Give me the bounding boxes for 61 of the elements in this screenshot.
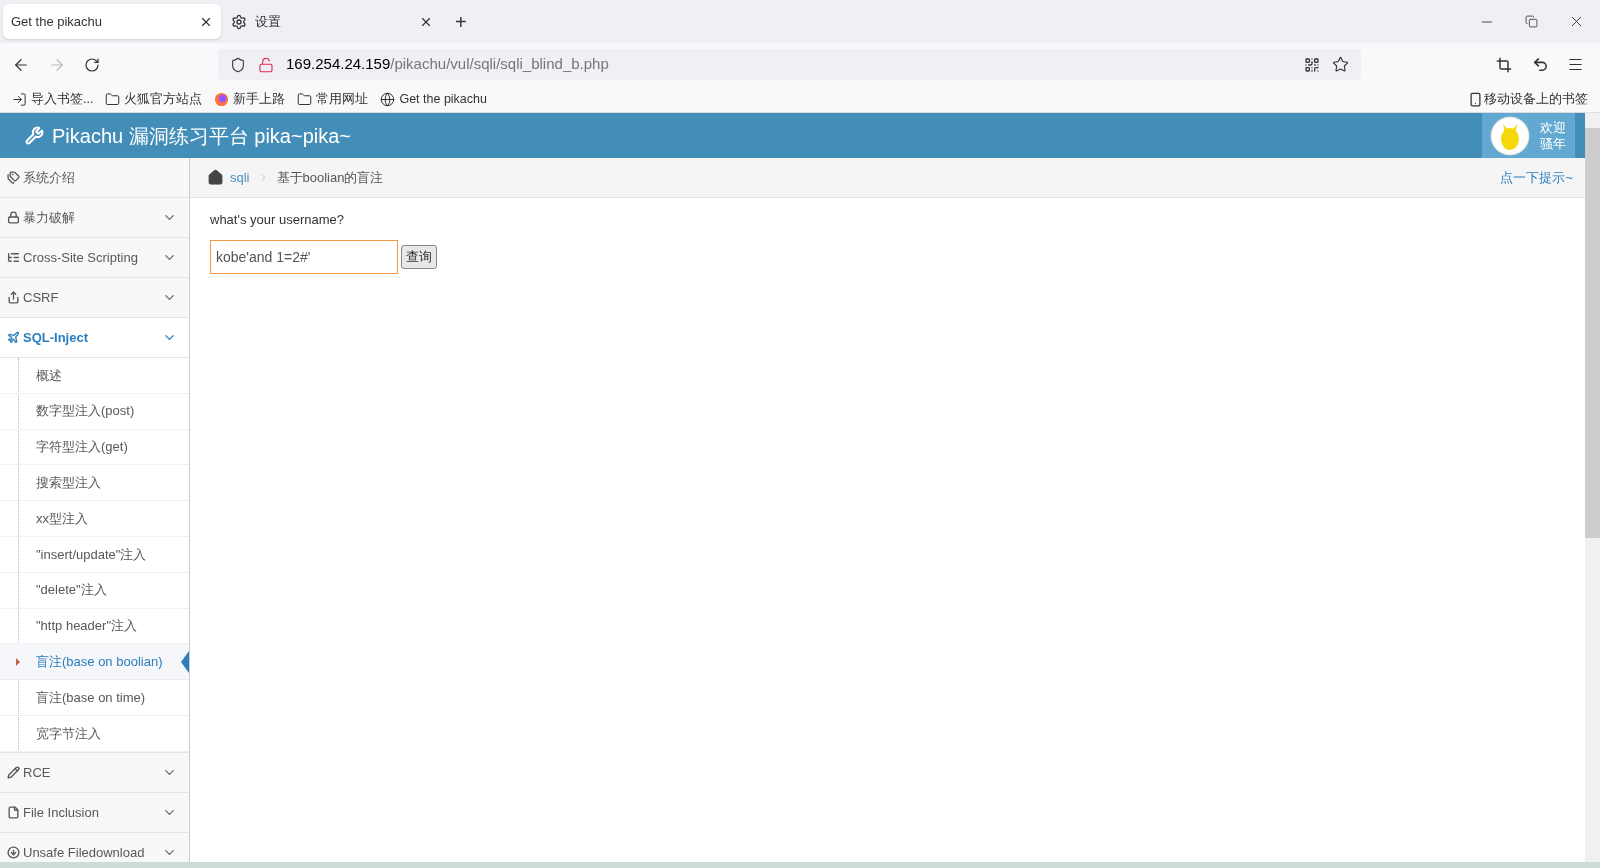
query-button[interactable]: 查询 xyxy=(401,244,437,269)
bookmark[interactable]: 火狐官方站点 xyxy=(105,89,203,109)
new-tab-button[interactable]: + xyxy=(443,4,479,39)
tab-title: 设置 xyxy=(255,12,282,31)
pointer-icon xyxy=(181,651,189,674)
username-field[interactable]: kobe'and 1=2#' xyxy=(210,239,398,274)
pencil-icon xyxy=(7,765,20,779)
submenu-item[interactable]: "insert/update"注入 xyxy=(0,537,189,573)
submenu-item[interactable]: 宽字节注入 xyxy=(0,715,189,752)
crop-icon[interactable] xyxy=(1496,56,1512,73)
firefox-icon xyxy=(214,91,230,107)
menu-icon[interactable] xyxy=(1567,56,1584,73)
import-icon xyxy=(12,91,27,107)
bookmark[interactable]: 新手上路 xyxy=(214,89,286,109)
username-label: what's your username? xyxy=(210,211,345,229)
avatar-icon xyxy=(1490,115,1530,156)
submenu-item[interactable]: 盲注(base on time) xyxy=(0,680,189,716)
download-icon xyxy=(7,845,20,859)
settings-icon xyxy=(231,13,247,30)
bookmark[interactable]: Get the pikachu xyxy=(380,89,487,109)
plane-icon xyxy=(7,331,20,344)
restore-icon[interactable] xyxy=(1525,15,1538,28)
bookmark[interactable]: 常用网址 xyxy=(297,89,369,109)
home-icon[interactable] xyxy=(207,169,224,186)
browser-tab[interactable]: 设置 xyxy=(223,4,441,39)
lock-icon xyxy=(7,211,20,224)
list-icon xyxy=(7,251,20,264)
undo-icon[interactable] xyxy=(1532,56,1549,73)
url-text: 169.254.24.159/pikachu/vul/sqli/sqli_blind_b.php xyxy=(286,54,609,75)
star-icon[interactable] xyxy=(1332,56,1349,73)
submenu-item[interactable]: 搜索型注入 xyxy=(0,465,189,502)
bookmark[interactable]: 移动设备上的书签 xyxy=(1468,89,1588,109)
greeting-text: 骚年 xyxy=(1540,135,1566,152)
reload-icon[interactable] xyxy=(84,56,100,73)
shield-icon xyxy=(230,56,246,73)
site-title[interactable]: Pikachu 漏洞练习平台 pika~pika~ xyxy=(52,120,351,151)
sidebar-item[interactable]: SQL-Inject xyxy=(0,318,189,358)
caret-icon xyxy=(16,658,20,667)
folder-icon xyxy=(297,91,313,107)
submenu-item[interactable]: 字符型注入(get) xyxy=(0,429,189,466)
folder-icon xyxy=(105,91,121,107)
globe-icon xyxy=(380,91,396,107)
tags-icon xyxy=(7,171,20,184)
submenu-item[interactable]: 概述 xyxy=(0,358,189,394)
submenu-item[interactable]: 数字型注入(post) xyxy=(0,393,189,430)
tab-title: Get the pikachu xyxy=(11,12,104,31)
hint-link[interactable]: 点一下提示~ xyxy=(1500,167,1573,188)
file-icon xyxy=(7,805,20,819)
browser-tab[interactable]: Get the pikachu xyxy=(3,4,221,39)
breadcrumb-current: 基于boolian的盲注 xyxy=(276,168,384,187)
bookmark[interactable]: 导入书签... xyxy=(12,89,94,109)
share-icon xyxy=(7,291,20,304)
phone-icon xyxy=(1468,91,1483,107)
submenu-item[interactable]: xx型注入 xyxy=(0,501,189,537)
wrench-icon xyxy=(25,126,44,145)
address-bar[interactable]: 169.254.24.159/pikachu/vul/sqli/sqli_blind_b.php xyxy=(218,49,1361,80)
insecure-lock-icon xyxy=(258,56,274,73)
greeting-text: 欢迎 xyxy=(1540,119,1566,136)
qr-code-icon[interactable] xyxy=(1304,56,1320,73)
submenu-item[interactable]: "delete"注入 xyxy=(0,572,189,609)
submenu-item[interactable]: 盲注(base on boolian) xyxy=(0,644,189,681)
